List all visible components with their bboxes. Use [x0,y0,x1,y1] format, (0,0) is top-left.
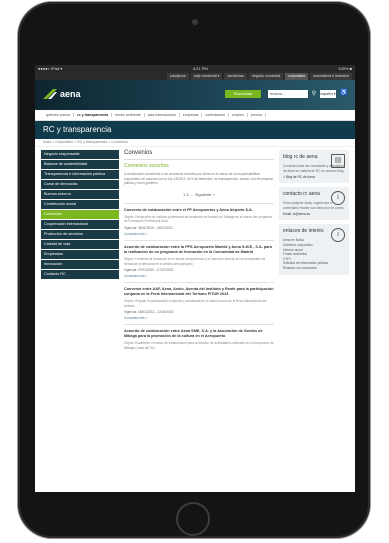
pagination[interactable]: 1 2 … Siguiente > [124,192,274,197]
topnav-item-active[interactable]: corporativo [285,73,309,80]
topnav-item[interactable]: aerolíneas [224,73,247,80]
box-title: enlaces de interés [283,228,324,235]
topnav-item[interactable]: negocio comercial [248,73,284,80]
page-title: RC y transparencia [35,121,355,139]
sidebar-item[interactable]: Transparencia e información pública [41,170,119,179]
mainnav-item[interactable]: medio ambiente [112,113,145,117]
links-list: Aena en Bolsa Gobierno corporativo Infor… [283,238,345,270]
topnav-item[interactable]: pasajeros [167,73,189,80]
sidebar: Negocio responsable Balance de sostenibi… [41,150,119,280]
content-area: Negocio responsable Balance de sostenibi… [35,146,355,492]
convenio-link[interactable]: Consultar más > [124,316,274,320]
logo[interactable]: aena [43,89,81,99]
convenio-link[interactable]: Consultar más > [124,274,274,278]
top-nav: pasajeros viaje comercial ▾ aerolíneas n… [35,73,355,80]
sidebar-item-active[interactable]: Convenios [41,210,119,219]
convenio-item: Acuerdo de colaboración entre Aena SME, … [124,324,274,354]
box-title: blog rc de aena [283,154,318,160]
search-input[interactable]: buscar... [268,90,308,98]
topnav-item[interactable]: viaje comercial ▾ [190,73,223,80]
box-link[interactable]: > Blog de RC de Aena [283,175,345,179]
header: aena Privacidad buscar... ⚲ español ▾ ♿ [35,80,355,110]
sidebar-item[interactable]: Cooperación internacional [41,220,119,229]
convenio-title[interactable]: Acuerdo de colaboración entre la FPS Aer… [124,245,274,255]
topnav-item[interactable]: suministros e inversión [310,73,352,80]
aena-logo-icon [43,89,57,99]
mainnav-item-active[interactable]: rc y transparencia [74,113,113,117]
convenio-date: Vigencia: 07/01/2020 – 07/07/2022 [124,268,174,273]
convenio-item: Acuerdo de colaboración entre la FPS Aer… [124,239,274,282]
sidebar-item[interactable]: Canal de denuncias [41,180,119,189]
link-item[interactable]: Relación con inversores [283,266,345,271]
convenio-date: Vigencia: 06/11/2019 – 06/11/2021 [124,225,173,230]
clock: 4:21 PM [192,66,208,71]
mainnav-item[interactable]: empresas [180,113,203,117]
screen: ●●●●○ iPad ▾ 4:21 PM 100% ■ pasajeros vi… [35,65,355,492]
mainnav-item[interactable]: quiénes somos [43,113,75,117]
mainnav-item[interactable]: sala internacional [145,113,180,117]
main-nav: quiénes somos rc y transparencia medio a… [35,110,355,121]
convenio-link[interactable]: Consultar más > [124,232,274,236]
sidebar-item[interactable]: Balance de sostenibilidad [41,160,119,169]
convenio-title[interactable]: Convenio de colaboración entre el FP Aer… [124,208,274,213]
mainnav-item[interactable]: empleo [229,113,248,117]
convenio-item: Convenio de colaboración entre el FP Aer… [124,202,274,240]
convenio-date: Vigencia: 18/01/2023 – 22/01/2023 [124,310,174,315]
sidebar-item[interactable]: Contribución social [41,200,119,209]
search-icon[interactable]: ⚲ [310,90,318,98]
camera-dot [192,19,198,25]
sidebar-item[interactable]: Empleados [41,250,119,259]
home-button[interactable] [176,502,210,536]
sidebar-item[interactable]: Protección de servicios [41,230,119,239]
intro-text: A continuación accederás a los convenios… [124,172,274,186]
battery: 100% ■ [338,66,352,71]
language-select[interactable]: español ▾ [320,90,336,98]
sidebar-item[interactable]: Buenos entorno [41,190,119,199]
convenio-text: Objeto: Establecer el marco de colaborac… [124,341,274,350]
carrier: ●●●●○ iPad ▾ [38,66,63,71]
box-link[interactable]: Email: rc@aena.es [283,212,345,216]
section-subtitle: Convenios suscritos [124,163,169,169]
blog-box: blog rc de aena ▤ Consulta todas las nov… [279,150,349,184]
convenio-text: Objeto: Desarrollar un Instituto profesi… [124,214,272,224]
main-content: Convenios Convenios suscritos A continua… [124,150,274,355]
privacy-button[interactable]: Privacidad [225,90,261,98]
convenio-text: Objeto: Regular la participación conjunt… [124,299,267,308]
sidebar-item[interactable]: Innovación [41,260,119,269]
mainnav-item[interactable]: contratación [202,113,230,117]
contact-box: contacto rc aena i Para cualquier duda, … [279,187,349,221]
sidebar-item[interactable]: Contacto RC [41,270,119,279]
logo-text: aena [60,89,81,99]
right-column: blog rc de aena ▤ Consulta todas las nov… [279,150,349,279]
convenio-text: Objeto: Fomentar la formación en el sect… [124,256,266,266]
convenio-title[interactable]: Acuerdo de colaboración entre Aena SME, … [124,329,274,339]
convenio-item: Convenio entre AAF, Aena, Aeolo, Aventa … [124,282,274,324]
mainnav-item[interactable]: prensa [248,113,266,117]
sidebar-item[interactable]: Calidad de vida [41,240,119,249]
section-title: Convenios [124,150,274,160]
links-box: enlaces de interés i Aena en Bolsa Gobie… [279,224,349,275]
sidebar-item[interactable]: Negocio responsable [41,150,119,159]
accessibility-icon[interactable]: ♿ [340,89,347,96]
status-bar: ●●●●○ iPad ▾ 4:21 PM 100% ■ [35,65,355,73]
box-title: contacto rc aena [283,191,320,198]
blog-icon: ▤ [331,154,345,168]
convenio-title[interactable]: Convenio entre AAF, Aena, Aeolo, Aventa … [124,287,274,297]
